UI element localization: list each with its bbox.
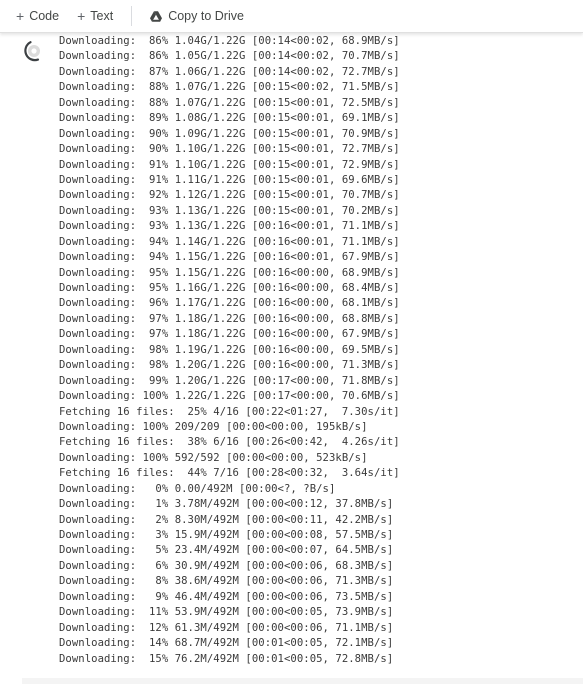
output-line: Downloading: 86% 1.05G/1.22G [00:14<00:0… (59, 50, 400, 63)
output-line: Downloading: 14% 68.7M/492M [00:01<00:05… (59, 637, 394, 650)
copy-to-drive-button[interactable]: Copy to Drive (144, 3, 250, 29)
code-cell: Downloading: 86% 1.04G/1.22G [00:14<00:0… (0, 33, 583, 684)
add-text-label: Text (90, 9, 114, 23)
output-line: Fetching 16 files: 44% 7/16 [00:28<00:32… (59, 467, 400, 480)
output-line: Downloading: 98% 1.19G/1.22G [00:16<00:0… (59, 343, 400, 356)
output-line: Downloading: 2% 8.30M/492M [00:00<00:11,… (59, 513, 394, 526)
output-line: Downloading: 0% 0.00/492M [00:00<?, ?B/s… (59, 482, 336, 495)
output-line: Downloading: 3% 15.9M/492M [00:00<00:08,… (59, 529, 394, 541)
output-line: Downloading: 100% 209/209 [00:00<00:00, … (59, 420, 368, 433)
output-line: Downloading: 11% 53.9M/492M [00:00<00:05… (59, 606, 394, 619)
output-line: Downloading: 15% 76.2M/492M [00:01<00:05… (59, 652, 394, 665)
output-line: Downloading: 6% 30.9M/492M [00:00<00:06,… (59, 559, 394, 572)
output-line: Downloading: 95% 1.15G/1.22G [00:16<00:0… (59, 266, 400, 279)
output-line: Downloading: 86% 1.04G/1.22G [00:14<00:0… (59, 35, 400, 47)
add-code-cell-button[interactable]: + Code (10, 3, 65, 29)
running-spinner-icon[interactable] (22, 40, 44, 62)
output-line: Downloading: 98% 1.20G/1.22G [00:16<00:0… (59, 359, 400, 372)
output-line: Downloading: 95% 1.16G/1.22G [00:16<00:0… (59, 282, 400, 294)
output-line: Downloading: 91% 1.11G/1.22G [00:15<00:0… (59, 173, 400, 186)
output-line: Downloading: 100% 1.22G/1.22G [00:17<00:… (59, 390, 400, 403)
output-line: Downloading: 93% 1.13G/1.22G [00:15<00:0… (59, 204, 400, 217)
plus-icon: + (77, 8, 86, 24)
output-line: Downloading: 94% 1.15G/1.22G [00:16<00:0… (59, 251, 400, 264)
add-code-label: Code (29, 9, 60, 23)
output-line: Downloading: 12% 61.3M/492M [00:00<00:06… (59, 621, 394, 634)
plus-icon: + (16, 8, 25, 24)
output-line: Downloading: 92% 1.12G/1.22G [00:15<00:0… (59, 189, 400, 202)
output-line: Downloading: 90% 1.10G/1.22G [00:15<00:0… (59, 143, 400, 156)
output-line: Downloading: 9% 46.4M/492M [00:00<00:06,… (59, 590, 394, 603)
output-line: Downloading: 99% 1.20G/1.22G [00:17<00:0… (59, 374, 400, 387)
output-line: Downloading: 97% 1.18G/1.22G [00:16<00:0… (59, 312, 400, 325)
output-line: Downloading: 5% 23.4M/492M [00:00<00:07,… (59, 544, 394, 557)
output-line: Downloading: 90% 1.09G/1.22G [00:15<00:0… (59, 127, 400, 140)
output-line: Downloading: 87% 1.06G/1.22G [00:14<00:0… (59, 65, 400, 78)
output-line: Downloading: 96% 1.17G/1.22G [00:16<00:0… (59, 297, 400, 310)
output-line: Downloading: 94% 1.14G/1.22G [00:16<00:0… (59, 235, 400, 248)
output-line: Downloading: 93% 1.13G/1.22G [00:16<00:0… (59, 220, 400, 233)
cell-output: Downloading: 86% 1.04G/1.22G [00:14<00:0… (59, 34, 400, 667)
output-line: Fetching 16 files: 25% 4/16 [00:22<01:27… (59, 405, 400, 418)
google-drive-icon (150, 10, 163, 22)
output-line: Downloading: 97% 1.18G/1.22G [00:16<00:0… (59, 328, 400, 341)
output-line: Downloading: 89% 1.08G/1.22G [00:15<00:0… (59, 112, 400, 125)
output-line: Downloading: 1% 3.78M/492M [00:00<00:12,… (59, 498, 394, 511)
notebook-toolbar: + Code + Text Copy to Drive (0, 0, 583, 33)
output-line: Fetching 16 files: 38% 6/16 [00:26<00:42… (59, 436, 400, 449)
output-line: Downloading: 100% 592/592 [00:00<00:00, … (59, 451, 368, 464)
output-line: Downloading: 91% 1.10G/1.22G [00:15<00:0… (59, 158, 400, 171)
output-line: Downloading: 88% 1.07G/1.22G [00:15<00:0… (59, 81, 400, 94)
add-text-cell-button[interactable]: + Text (71, 3, 119, 29)
toolbar-divider (131, 6, 133, 26)
output-line: Downloading: 8% 38.6M/492M [00:00<00:06,… (59, 575, 394, 588)
copy-to-drive-label: Copy to Drive (168, 9, 244, 23)
next-cell-edge (22, 678, 583, 684)
output-line: Downloading: 88% 1.07G/1.22G [00:15<00:0… (59, 96, 400, 109)
